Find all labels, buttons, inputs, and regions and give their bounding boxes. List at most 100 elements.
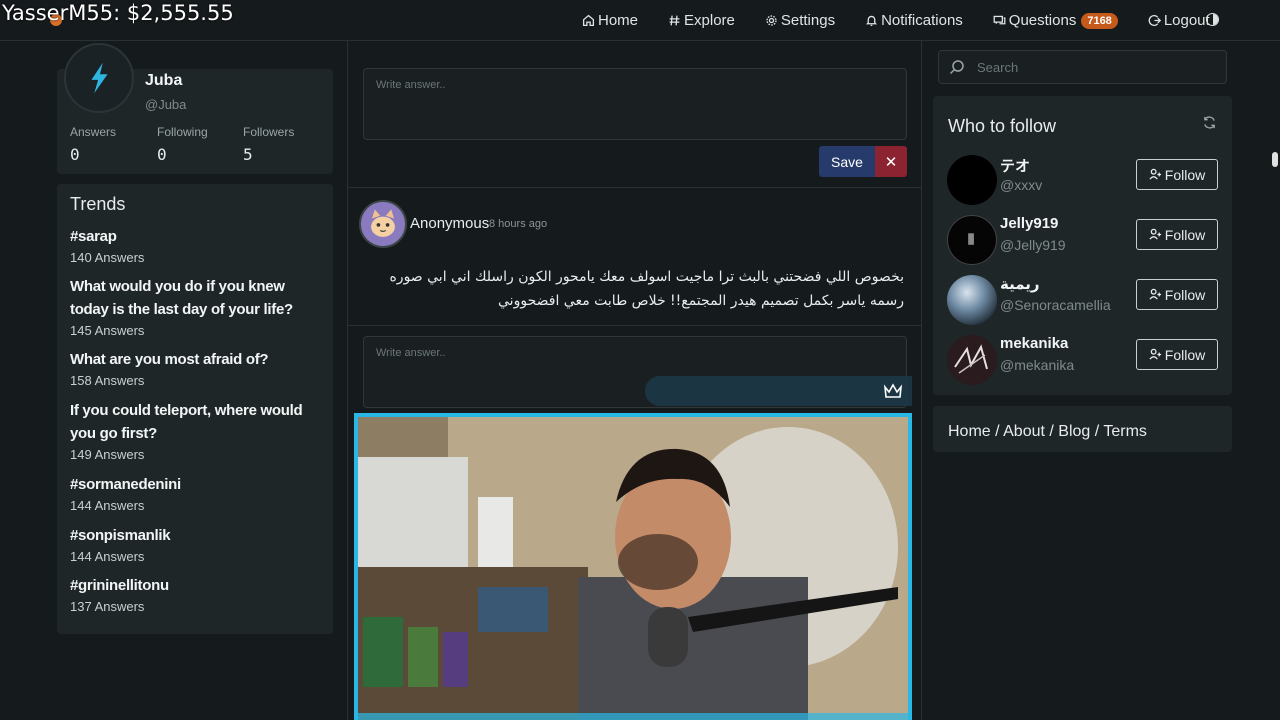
trend-title[interactable]: #grininellitonu (70, 574, 326, 597)
trend-item[interactable]: #sarap 140 Answers (70, 225, 326, 268)
user-plus-icon (1149, 168, 1161, 180)
footer-links[interactable]: Home / About / Blog / Terms (948, 423, 1147, 441)
follow-suggestion: Jelly919 @Jelly919 Follow (946, 215, 1222, 269)
follow-user-name[interactable]: Jelly919 (1000, 215, 1058, 232)
user-plus-icon (1149, 228, 1161, 240)
follow-button-label: Follow (1164, 286, 1206, 303)
follow-suggestion: テオ @xxxv Follow (946, 155, 1222, 209)
trend-item[interactable]: #sormanedenini 144 Answers (70, 473, 326, 516)
stat-following-value: 0 (157, 145, 167, 164)
cancel-button[interactable]: ✕ (875, 146, 907, 177)
feed-divider (348, 325, 921, 326)
questions-icon (993, 15, 1006, 25)
user-plus-icon (1149, 348, 1161, 360)
trend-item[interactable]: What would you do if you knew today is t… (70, 275, 326, 341)
question-author-avatar[interactable] (359, 200, 407, 248)
answer-placeholder: Write answer.. (376, 347, 446, 359)
follow-user-handle: @mekanika (1000, 357, 1075, 373)
trend-count: 145 Answers (70, 323, 145, 338)
trends-title: Trends (70, 194, 126, 214)
stat-answers-label: Answers (70, 125, 117, 139)
follow-button[interactable]: Follow (1136, 339, 1218, 370)
who-to-follow-title: Who to follow (948, 116, 1057, 136)
trend-item[interactable]: #sonpismanlik 144 Answers (70, 524, 326, 567)
answer-placeholder: Write answer.. (376, 79, 446, 91)
follow-button-label: Follow (1164, 226, 1206, 243)
page-scrollbar[interactable] (1272, 152, 1278, 167)
nav-logout[interactable]: Logout (1148, 12, 1210, 29)
crown-icon (883, 383, 903, 398)
follow-user-name[interactable]: テオ (1000, 155, 1030, 176)
search-icon (949, 60, 964, 75)
questions-count-badge: 7168 (1081, 12, 1118, 29)
trend-count: 140 Answers (70, 250, 145, 265)
stream-webcam (354, 413, 912, 720)
trend-title[interactable]: #sormanedenini (70, 473, 326, 496)
follow-button[interactable]: Follow (1136, 279, 1218, 310)
trend-title[interactable]: What would you do if you knew today is t… (70, 275, 326, 321)
trend-title[interactable]: #sonpismanlik (70, 524, 326, 547)
nav-settings[interactable]: Settings (765, 12, 835, 29)
profile-name[interactable]: Juba (145, 72, 182, 90)
avatar[interactable] (947, 335, 997, 385)
avatar[interactable] (947, 275, 997, 325)
nav-questions[interactable]: Questions 7168 (993, 12, 1118, 29)
avatar-image (954, 344, 988, 374)
profile-avatar[interactable] (64, 43, 134, 113)
logout-icon (1148, 15, 1161, 26)
stat-followers-label: Followers (243, 125, 295, 139)
trend-title[interactable]: What are you most afraid of? (70, 348, 326, 371)
bolt-avatar-icon (91, 62, 108, 94)
avatar[interactable] (947, 155, 997, 205)
user-plus-icon (1149, 288, 1161, 300)
nav-explore-label: Explore (684, 12, 735, 29)
nav-notifications[interactable]: Notifications (865, 12, 963, 29)
trend-title[interactable]: If you could teleport, where would you g… (70, 399, 326, 445)
cat-avatar-icon (361, 202, 405, 246)
feed-divider (348, 187, 921, 188)
nav-settings-label: Settings (780, 12, 836, 29)
trend-count: 158 Answers (70, 373, 145, 388)
main-nav: Home Explore Settings Notifications Ques… (582, 0, 1240, 41)
stat-followers-value: 5 (243, 145, 253, 164)
trend-item[interactable]: #grininellitonu 137 Answers (70, 574, 326, 617)
follow-user-handle: @Jelly919 (1000, 237, 1066, 253)
follow-user-name[interactable]: ريمية (1000, 275, 1040, 293)
follow-user-handle: @xxxv (1000, 177, 1043, 193)
refresh-icon[interactable] (1202, 115, 1217, 130)
follow-button-label: Follow (1164, 166, 1206, 183)
trend-item[interactable]: If you could teleport, where would you g… (70, 399, 326, 465)
follow-button[interactable]: Follow (1136, 159, 1218, 190)
search-placeholder: Search (977, 60, 1019, 75)
nav-questions-label: Questions (1008, 12, 1077, 29)
nav-logout-label: Logout (1163, 12, 1210, 29)
profile-handle: @Juba (145, 97, 187, 112)
home-icon (582, 14, 595, 27)
trend-count: 149 Answers (70, 447, 145, 462)
stream-overlay-bar (645, 376, 912, 406)
trend-item[interactable]: What are you most afraid of? 158 Answers (70, 348, 326, 391)
follow-suggestion: ريمية @Senoracamellia Follow (946, 275, 1222, 329)
trend-count: 144 Answers (70, 498, 145, 513)
trend-count: 144 Answers (70, 549, 145, 564)
gear-icon (766, 15, 777, 26)
stream-overlay-text: YasserM55: $2,555.55 (2, 1, 234, 25)
nav-explore[interactable]: Explore (668, 12, 735, 29)
answer-textarea[interactable]: Write answer.. (363, 68, 907, 140)
nav-home-label: Home (598, 12, 639, 29)
avatar[interactable] (947, 215, 997, 265)
avatar-image (968, 233, 974, 245)
hash-icon (669, 15, 680, 26)
theme-toggle-icon[interactable] (1206, 13, 1219, 26)
save-button[interactable]: Save (819, 146, 875, 177)
question-text: بخصوص اللي فضحتني بالبث ترا ماجيت اسولف … (389, 269, 904, 309)
follow-button[interactable]: Follow (1136, 219, 1218, 250)
trend-title[interactable]: #sarap (70, 225, 326, 248)
nav-home[interactable]: Home (582, 12, 638, 29)
trend-count: 137 Answers (70, 599, 145, 614)
webcam-image (358, 417, 908, 720)
follow-user-name[interactable]: mekanika (1000, 335, 1068, 352)
bell-icon (865, 15, 878, 27)
question-author[interactable]: Anonymous (410, 215, 489, 232)
stat-answers-value: 0 (70, 145, 80, 164)
